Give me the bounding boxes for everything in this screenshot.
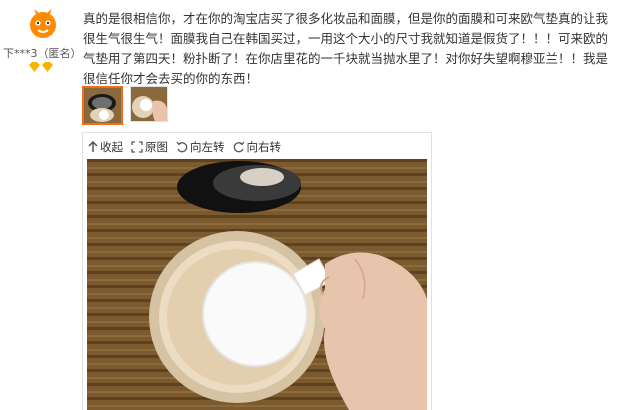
review-text: 真的是很相信你，才在你的淘宝店买了很多化妆品和面膜，但是你的面膜和可来欧气垫真的… [83, 11, 609, 86]
photo-thumbnail-2[interactable] [130, 86, 168, 122]
photo-thumbnail-1[interactable] [82, 86, 123, 125]
user-avatar[interactable] [27, 8, 59, 40]
collapse-button[interactable]: 收起 [88, 139, 123, 155]
review-photo[interactable] [87, 159, 427, 410]
original-image-button[interactable]: 原图 [131, 139, 168, 155]
arrow-up-icon [88, 141, 98, 152]
rotate-right-icon [233, 141, 244, 153]
user-name: 下***3（匿名） [3, 47, 82, 60]
rotate-right-button[interactable]: 向右转 [233, 139, 282, 155]
rotate-left-button[interactable]: 向左转 [176, 139, 225, 155]
image-viewer: 收起 原图 向左转 向右转 [82, 132, 432, 410]
collapse-label: 收起 [100, 140, 123, 154]
rotate-left-label: 向左转 [190, 140, 225, 154]
expand-icon [131, 141, 143, 153]
rotate-right-label: 向右转 [246, 140, 282, 154]
vip-badge-icon [29, 62, 53, 72]
viewer-toolbar: 收起 原图 向左转 向右转 [88, 139, 289, 155]
original-image-label: 原图 [145, 140, 168, 154]
rotate-left-icon [176, 141, 188, 153]
